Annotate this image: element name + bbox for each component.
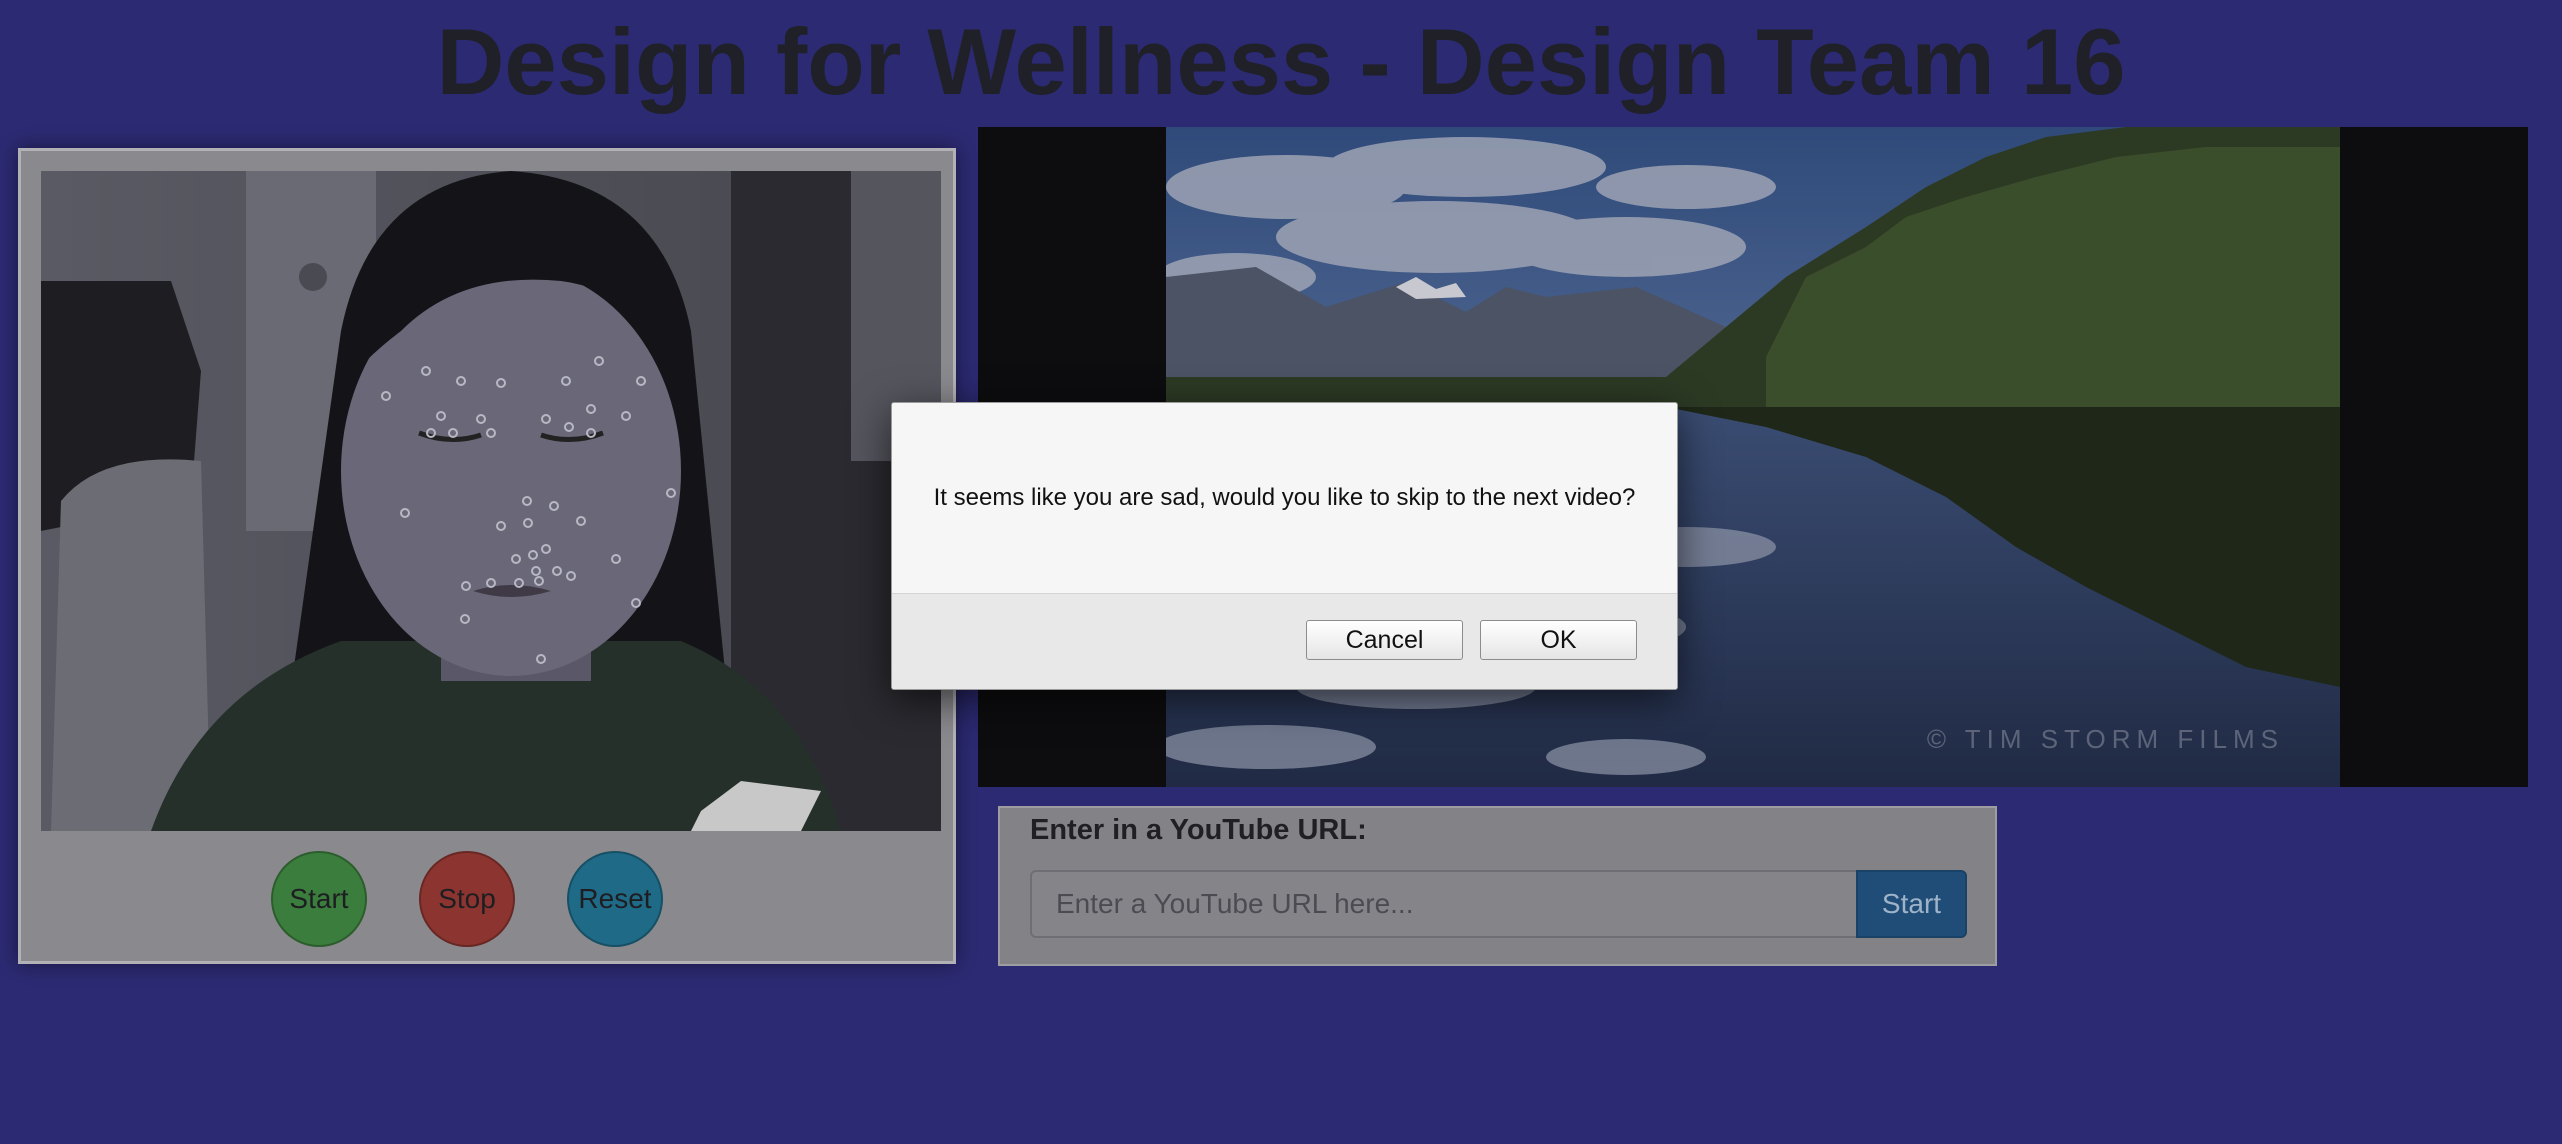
ok-button[interactable]: OK: [1480, 620, 1637, 660]
youtube-url-label: Enter in a YouTube URL:: [1030, 814, 1367, 846]
youtube-url-panel: Enter in a YouTube URL: Start: [998, 806, 1997, 966]
webcam-image: [41, 171, 941, 831]
reset-button[interactable]: Reset: [567, 851, 663, 947]
dialog-body: It seems like you are sad, would you lik…: [892, 403, 1677, 594]
confirm-dialog: It seems like you are sad, would you lik…: [891, 402, 1678, 690]
youtube-start-button[interactable]: Start: [1856, 870, 1967, 938]
page-title: Design for Wellness - Design Team 16: [436, 9, 2126, 114]
dialog-footer: Cancel OK: [892, 594, 1677, 689]
cancel-button[interactable]: Cancel: [1306, 620, 1463, 660]
youtube-url-input[interactable]: [1030, 870, 1856, 938]
start-button[interactable]: Start: [271, 851, 367, 947]
video-watermark: © TIM STORM FILMS: [1926, 724, 2284, 754]
webcam-panel: Start Stop Reset: [18, 148, 956, 964]
webcam-feed: [41, 171, 941, 831]
dialog-message: It seems like you are sad, would you lik…: [933, 484, 1636, 511]
stop-button[interactable]: Stop: [419, 851, 515, 947]
